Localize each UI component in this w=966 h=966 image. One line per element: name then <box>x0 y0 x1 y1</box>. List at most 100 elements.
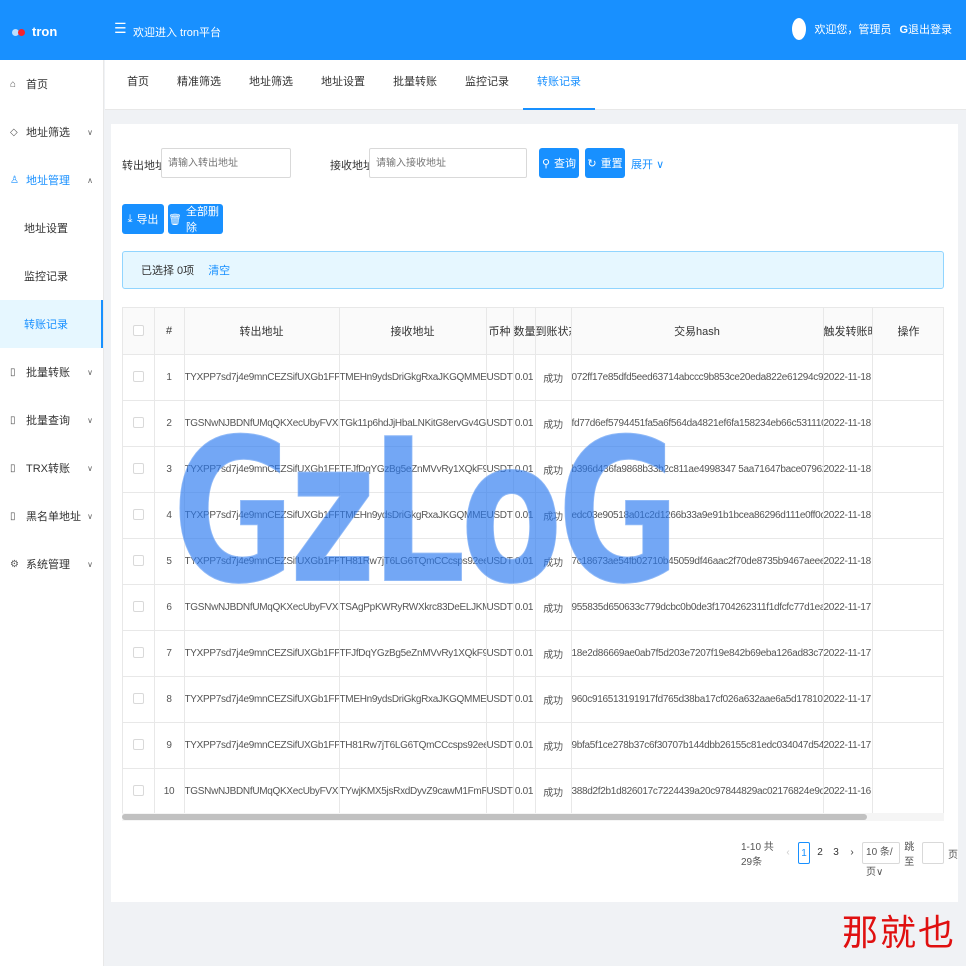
tab-precise-filter[interactable]: 精准筛选 <box>163 60 235 110</box>
table-row: 1TYXPP7sd7j4e9mnCEZSifUXGb1FPPfqnr7TMEHn… <box>123 354 943 401</box>
trigger-time: 2022-11-18 15 <box>823 400 873 447</box>
sidebar-item-monitor-records[interactable]: 监控记录 <box>0 252 103 300</box>
chevron-down-icon: ∨ <box>87 559 93 569</box>
from-address: TYXPP7sd7j4e9mnCEZSifUXGb1FPPfqnr7 <box>184 630 340 677</box>
horizontal-scrollbar[interactable] <box>122 813 944 821</box>
sidebar-item-trx-transfer[interactable]: ▯ TRX转账 ∨ <box>0 444 103 492</box>
table-row: 6TGSNwNJBDNfUMqQKXecUbyFVXERKmQ8u1ZTSAgP… <box>123 584 943 631</box>
chevron-down-icon: ∨ <box>87 127 93 137</box>
row-checkbox[interactable] <box>132 693 144 705</box>
tx-hash: 7c18673ae54fb02710b45059df46aac2f70de873… <box>571 538 824 585</box>
app-name: tron <box>32 24 58 39</box>
table-row: 3TYXPP7sd7j4e9mnCEZSifUXGb1FPPfqnr7TFJfD… <box>123 446 943 493</box>
sidebar-item-address-filter[interactable]: ◇ 地址筛选 ∨ <box>0 108 103 156</box>
row-checkbox[interactable] <box>132 509 144 521</box>
pagination-total: 1-10 共29条 <box>741 842 774 868</box>
row-checkbox[interactable] <box>132 463 144 475</box>
next-page-button[interactable]: › <box>846 842 858 864</box>
row-checkbox[interactable] <box>132 371 144 383</box>
sidebar-item-system[interactable]: ⚙ 系统管理 ∨ <box>0 540 103 588</box>
top-header: tron ☰ 欢迎进入 tron平台 欢迎您，管理员 G退出登录 <box>0 0 966 60</box>
clear-selection-link[interactable]: 清空 <box>208 262 230 278</box>
status: 成功 <box>535 768 572 815</box>
row-checkbox[interactable] <box>132 417 144 429</box>
tab-transfer-records[interactable]: 转账记录 <box>523 60 595 110</box>
coin: USDT <box>486 446 514 493</box>
trigger-time: 2022-11-16 21 <box>823 768 873 815</box>
delete-icon: 🗑 <box>168 213 182 226</box>
tx-hash: edc03e90518a01c2d1266b33a9e91b1bcea86296… <box>571 492 824 539</box>
file-icon: ▯ <box>10 414 16 426</box>
menu-fold-icon[interactable]: ☰ <box>114 20 127 37</box>
delete-all-button[interactable]: 🗑 全部删除 <box>168 204 223 234</box>
sidebar-item-batch-query[interactable]: ▯ 批量查询 ∨ <box>0 396 103 444</box>
to-address-input[interactable] <box>369 148 527 178</box>
sidebar-item-address-manage[interactable]: ♙ 地址管理 ∧ <box>0 156 103 204</box>
status: 成功 <box>535 676 572 723</box>
row-select-cell <box>123 492 155 539</box>
sidebar-item-label: 监控记录 <box>24 271 68 283</box>
sidebar-item-blacklist[interactable]: ▯ 黑名单地址 ∨ <box>0 492 103 540</box>
transfer-records-table: # 转出地址 接收地址 币种 数量 到账状态 交易hash 触发转账时 操作 1… <box>123 308 943 815</box>
from-address-input[interactable] <box>161 148 291 178</box>
app-logo[interactable]: tron <box>12 24 57 39</box>
page-2[interactable]: 2 <box>814 842 826 864</box>
to-address: TYwjKMX5jsRxdDyvZ9cawM1FmR8rLFXGd <box>339 768 487 815</box>
page-1[interactable]: 1 <box>798 842 811 864</box>
sidebar-item-transfer-records[interactable]: 转账记录 <box>0 300 103 348</box>
table-row: 8TYXPP7sd7j4e9mnCEZSifUXGb1FPPfqnr7TMEHn… <box>123 676 943 723</box>
tab-monitor-records[interactable]: 监控记录 <box>451 60 523 110</box>
sidebar-item-batch-transfer[interactable]: ▯ 批量转账 ∨ <box>0 348 103 396</box>
row-index: 1 <box>154 354 185 401</box>
status: 成功 <box>535 630 572 677</box>
chevron-down-icon: ∨ <box>87 511 93 521</box>
sidebar-item-label: TRX转账 <box>26 463 70 475</box>
logout-button[interactable]: G退出登录 <box>899 21 952 37</box>
reset-button[interactable]: ↻ 重置 <box>585 148 625 178</box>
row-checkbox[interactable] <box>132 555 144 567</box>
page-size-value: 10 条/页 <box>866 847 893 878</box>
avatar[interactable] <box>792 18 807 40</box>
jump-page-input[interactable] <box>922 842 944 864</box>
select-all-checkbox[interactable] <box>132 325 144 337</box>
row-checkbox[interactable] <box>132 739 144 751</box>
page-3[interactable]: 3 <box>830 842 842 864</box>
sidebar-item-label: 地址管理 <box>26 175 70 187</box>
tab-batch-transfer[interactable]: 批量转账 <box>379 60 451 110</box>
row-select-cell <box>123 722 155 769</box>
delete-all-label: 全部删除 <box>185 206 219 234</box>
row-select-cell <box>123 354 155 401</box>
selected-count: 已选择 0项 <box>141 265 195 277</box>
signature-text: 那就也 <box>841 913 956 954</box>
row-select-cell <box>123 538 155 585</box>
to-address: TMEHn9ydsDriGkgRxaJKGQMMEDjX5FzCYr <box>339 492 487 539</box>
tab-address-settings[interactable]: 地址设置 <box>307 60 379 110</box>
download-icon: ⤓ <box>127 212 133 225</box>
sidebar-item-label: 转账记录 <box>24 319 68 331</box>
page-size-select[interactable]: 10 条/页∨ <box>862 842 901 878</box>
sidebar-item-address-settings[interactable]: 地址设置 <box>0 204 103 252</box>
query-button[interactable]: ⚲ 查询 <box>539 148 579 178</box>
row-checkbox[interactable] <box>132 647 144 659</box>
expand-link[interactable]: 展开 ∨ <box>631 156 664 172</box>
scrollbar-thumb[interactable] <box>122 814 867 820</box>
coin: USDT <box>486 630 514 677</box>
tab-home[interactable]: 首页 <box>113 60 163 110</box>
export-button[interactable]: ⤓ 导出 <box>122 204 164 234</box>
from-address: TYXPP7sd7j4e9mnCEZSifUXGb1FPPfqnr7 <box>184 676 340 723</box>
tab-address-filter[interactable]: 地址筛选 <box>235 60 307 110</box>
prev-page-button[interactable]: ‹ <box>782 842 794 864</box>
table-row: 9TYXPP7sd7j4e9mnCEZSifUXGb1FPPfqnr7TH81R… <box>123 722 943 769</box>
sidebar-item-home[interactable]: ⌂ 首页 <box>0 60 103 108</box>
tag-icon: ◇ <box>10 126 18 138</box>
operation-cell <box>871 584 943 631</box>
user-greeting[interactable]: 欢迎您，管理员 <box>814 21 891 37</box>
row-checkbox[interactable] <box>132 601 144 613</box>
row-checkbox[interactable] <box>132 785 144 797</box>
coin: USDT <box>486 538 514 585</box>
from-address: TYXPP7sd7j4e9mnCEZSifUXGb1FPPfqnr7 <box>184 722 340 769</box>
tx-hash: b396d436fa9868b33b2c811ae4998347 5aa7164… <box>571 446 824 493</box>
to-address: TFJfDqYGzBg5eZnMVvRy1XQkF9rJi2qQYN <box>339 446 487 493</box>
sidebar-item-label: 系统管理 <box>26 559 70 571</box>
quantity: 0.01 <box>513 492 536 539</box>
